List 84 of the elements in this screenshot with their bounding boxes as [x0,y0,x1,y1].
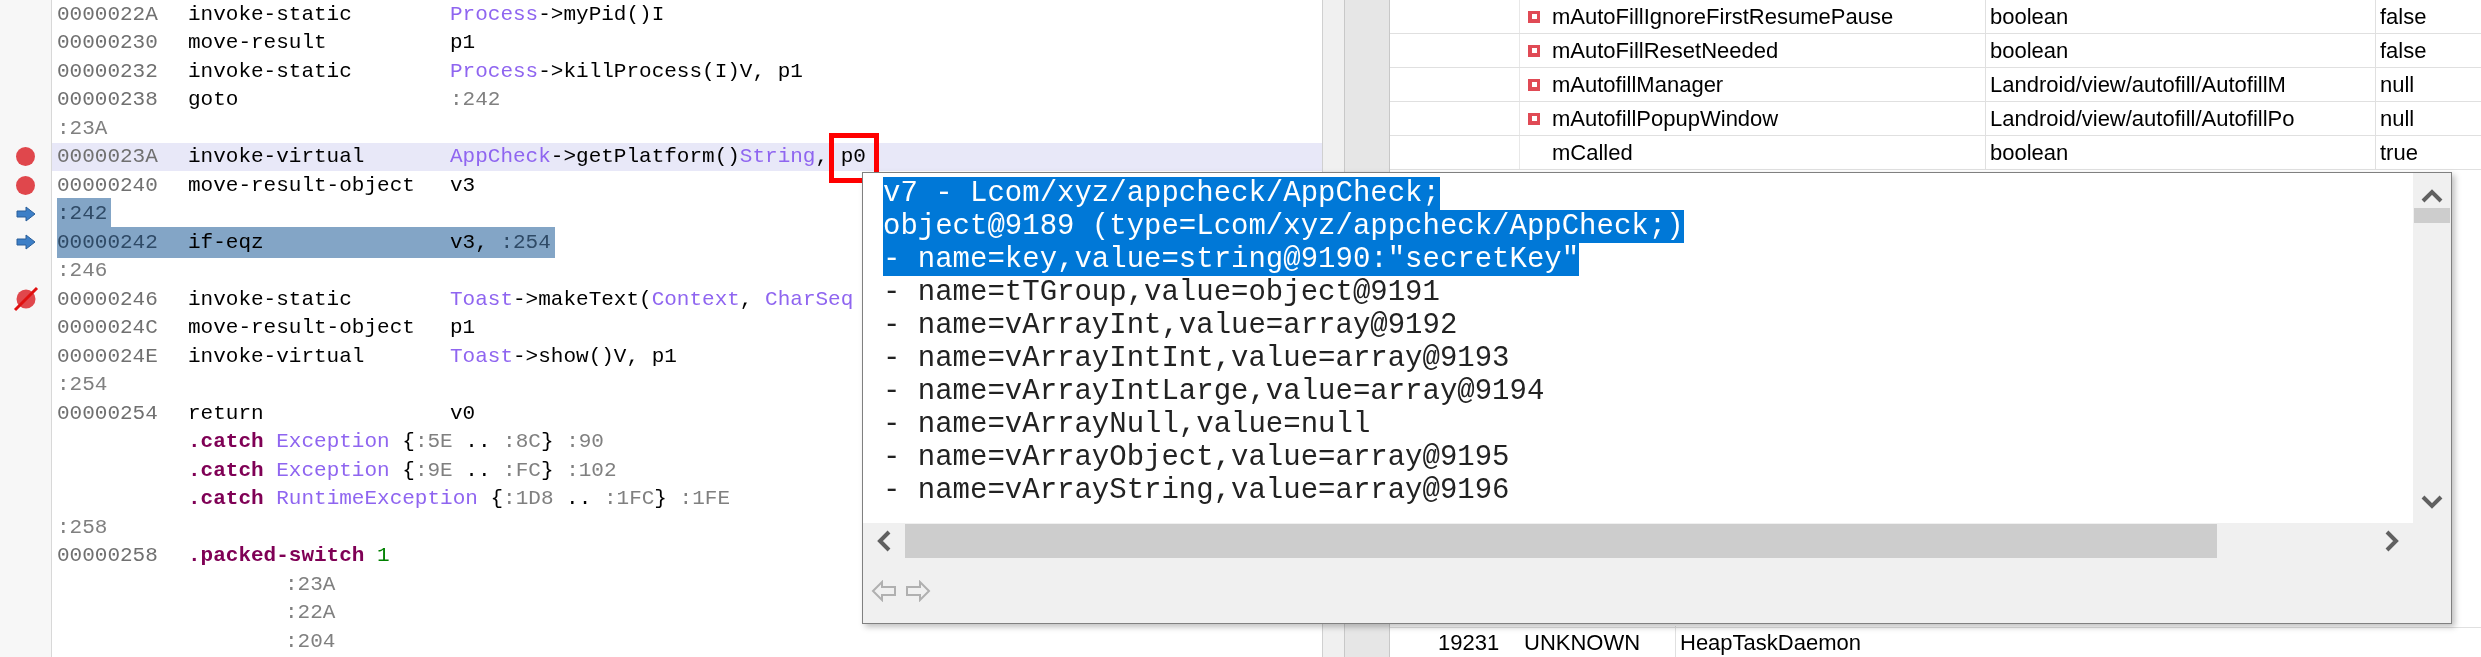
breakpoint-icon[interactable] [16,175,35,195]
field-type: Landroid/view/autofill/AutofillM [1990,71,2286,99]
code-operand: p1 [450,315,477,341]
field-name: mAutofillManager [1552,71,1724,99]
code-address: 0000024C [57,315,159,341]
field-name: mAutofillPopupWindow [1552,105,1779,133]
popup-text-line: - name=vArrayIntLarge,value=array@9194 [883,375,1545,408]
code-label: :258 [57,514,109,541]
field-name: mAutoFillResetNeeded [1552,37,1779,65]
popup-text-line: - name=tTGroup,value=object@9191 [883,276,1440,309]
popup-text-line: - name=vArrayString,value=array@9196 [883,474,1510,507]
code-address: 00000258 [57,543,159,569]
code-opcode: if-eqz [188,229,265,256]
popup-text-line: - name=vArrayIntInt,value=array@9193 [883,342,1510,375]
scrollbar-thumb[interactable] [2414,208,2450,223]
field-value: null [2380,71,2415,99]
code-label: :22A [285,600,336,626]
code-address: 00000240 [57,172,159,199]
code-address: 0000023A [57,144,159,170]
scrollbar-thumb[interactable] [905,524,2217,558]
code-label: :246 [57,258,109,284]
vertical-scrollbar[interactable] [2413,173,2451,523]
code-directive: .packed-switch 1 [188,543,390,569]
code-operand: v0 [450,400,477,427]
code-operand: v3 [450,172,477,199]
scroll-right-icon[interactable] [2385,530,2399,552]
code-opcode: invoke-static [188,1,353,28]
code-operand: Process->myPid()I [450,1,666,28]
field-type: boolean [1990,139,2069,167]
field-value: null [2380,105,2415,133]
code-address: 0000024E [57,343,159,370]
code-address: 00000242 [57,229,159,256]
code-address: 00000232 [57,58,159,85]
private-field-icon [1528,44,1540,57]
code-operand: Toast->show()V, p1 [450,343,678,370]
code-directive: .catch RuntimeException {:1D8 .. :1FC} :1FE [188,486,730,512]
field-value: false [2380,3,2427,31]
field-name: mCalled [1552,139,1633,167]
popup-text-line: - name=vArrayNull,value=null [883,408,1371,441]
code-address: 00000238 [57,87,159,113]
private-field-icon [1528,112,1540,125]
scroll-up-icon[interactable] [2421,189,2443,203]
code-opcode: invoke-static [188,286,353,313]
horizontal-scrollbar[interactable] [863,523,2451,559]
private-field-icon [1528,78,1540,91]
code-opcode: move-result-object [188,315,416,341]
thread-name: HeapTaskDaemon [1679,629,1861,657]
code-opcode: move-result-object [188,172,416,199]
code-directive: .catch Exception {:5E .. :8C} :90 [188,429,604,455]
code-opcode: move-result [188,30,328,56]
code-label: :242 [57,198,112,230]
field-type: boolean [1990,3,2069,31]
code-address: 0000022A [57,1,159,28]
code-operand: p1 [450,30,477,56]
code-address: 00000246 [57,286,159,313]
breakpoint-icon[interactable] [16,147,35,167]
code-opcode: invoke-static [188,58,353,85]
code-opcode: invoke-virtual [188,144,366,170]
popup-text-line: - name=vArrayInt,value=array@9192 [883,309,1458,342]
field-type: Landroid/view/autofill/AutofillPo [1990,105,2295,133]
field-value: false [2380,37,2427,65]
field-value: true [2380,139,2418,167]
code-directive: .catch Exception {:9E .. :FC} :102 [188,457,617,484]
code-opcode: goto [188,87,240,113]
code-opcode: return [188,400,265,427]
code-label: :204 [285,628,336,655]
code-operand: :242 [450,87,502,113]
code-operand: Process->killProcess(I)V, p1 [450,58,804,85]
code-label: :23A [285,571,336,598]
code-opcode: invoke-virtual [188,343,366,370]
code-label: :254 [57,372,109,398]
code-operand: Toast->makeText(Context, CharSeq [450,286,855,313]
thread-id: 19231 [1438,629,1501,657]
code-label: :23A [57,115,109,142]
code-address: 00000230 [57,30,159,56]
field-type: boolean [1990,37,2069,65]
popup-text-line: - name=vArrayObject,value=array@9195 [883,441,1510,474]
private-field-icon [1528,10,1540,23]
scroll-down-icon[interactable] [2421,495,2443,509]
code-address: 00000254 [57,400,159,427]
code-operand: v3, :254 [450,229,552,256]
thread-group: UNKNOWN [1524,626,1676,657]
scroll-left-icon[interactable] [877,530,891,552]
field-name: mAutoFillIgnoreFirstResumePause [1552,3,1894,31]
